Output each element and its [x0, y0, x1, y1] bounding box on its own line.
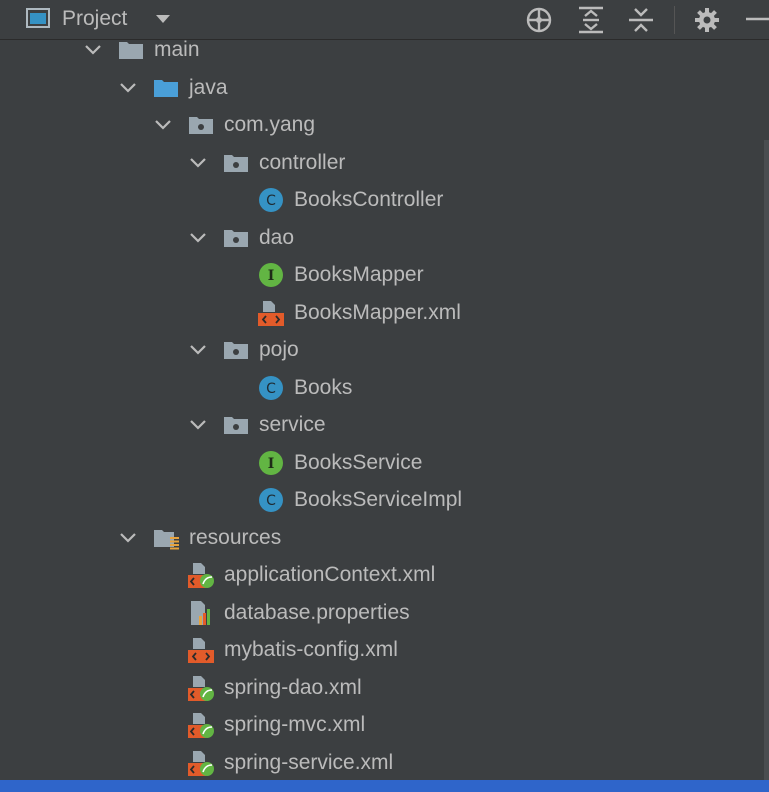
tree-row[interactable]: main — [0, 40, 764, 68]
project-toolbar: Project — [0, 0, 769, 40]
locate-file-button[interactable] — [524, 5, 554, 35]
tree-item-label: BooksService — [294, 450, 423, 474]
project-window-icon — [26, 8, 50, 28]
tree-row[interactable]: C BooksServiceImpl — [0, 481, 764, 518]
svg-text:I: I — [268, 268, 275, 284]
tree-row[interactable]: spring-dao.xml — [0, 669, 764, 706]
tree-row[interactable]: dao — [0, 219, 764, 256]
chevron-down-icon[interactable] — [118, 528, 138, 548]
spring-xml-icon — [188, 675, 214, 701]
tree-item-label: applicationContext.xml — [224, 563, 436, 586]
tree-item-label: com.yang — [224, 113, 316, 136]
package-icon — [223, 337, 249, 363]
class-icon: C — [258, 487, 284, 513]
folder-icon — [118, 40, 144, 63]
tree-row[interactable]: I BooksService — [0, 444, 764, 481]
svg-text:I: I — [268, 456, 275, 472]
gear-icon — [695, 8, 719, 32]
tree-row[interactable]: mybatis-config.xml — [0, 631, 764, 668]
tree-row[interactable]: controller — [0, 144, 764, 181]
svg-text:C: C — [266, 493, 276, 509]
chevron-down-icon[interactable] — [83, 40, 103, 60]
tree-row[interactable]: I BooksMapper — [0, 256, 764, 293]
tree-row[interactable]: applicationContext.xml — [0, 556, 764, 593]
tree-item-label: pojo — [259, 338, 299, 361]
expand-all-icon — [579, 6, 603, 34]
spring-xml-icon — [188, 750, 214, 776]
tree-row[interactable]: spring-mvc.xml — [0, 706, 764, 743]
collapse-all-button[interactable] — [626, 5, 656, 35]
tree-row[interactable]: pojo — [0, 331, 764, 368]
class-icon: C — [258, 375, 284, 401]
settings-button[interactable] — [692, 5, 722, 35]
interface-icon: I — [258, 262, 284, 288]
chevron-down-icon[interactable] — [188, 415, 208, 435]
tree-item-label: service — [259, 413, 326, 436]
tree-item-label: spring-dao.xml — [224, 675, 362, 699]
tree-item-label: database.properties — [224, 600, 410, 624]
package-icon — [188, 112, 214, 138]
spring-xml-icon — [188, 712, 214, 738]
package-icon — [223, 225, 249, 251]
tree-row[interactable]: C BooksController — [0, 181, 764, 218]
tree-row[interactable]: database.properties — [0, 594, 764, 631]
tree-item-label: Books — [294, 375, 353, 399]
tree-item-label: dao — [259, 225, 295, 249]
tree-item-label: BooksMapper.xml — [294, 300, 461, 324]
collapse-all-icon — [629, 8, 653, 32]
tree-row[interactable]: C Books — [0, 369, 764, 406]
chevron-down-icon[interactable] — [188, 340, 208, 360]
tree-row[interactable]: com.yang — [0, 106, 764, 143]
class-icon: C — [258, 187, 284, 213]
tree-row[interactable]: spring-service.xml — [0, 744, 764, 781]
tree-item-label: java — [189, 75, 228, 99]
tree-item-label: resources — [189, 525, 282, 549]
hide-button[interactable] — [742, 5, 769, 35]
tool-window-title: Project — [62, 7, 128, 30]
package-icon — [223, 412, 249, 438]
svg-text:C: C — [266, 381, 276, 397]
xml-file-icon — [188, 637, 214, 663]
tree-item-label: controller — [259, 150, 346, 174]
spring-xml-icon — [188, 562, 214, 588]
tree-item-label: BooksController — [294, 188, 444, 211]
xml-file-icon — [258, 300, 284, 326]
chevron-down-icon[interactable] — [153, 115, 173, 135]
tree-item-label: main — [154, 40, 200, 61]
chevron-down-icon[interactable] — [188, 153, 208, 173]
chevron-down-icon[interactable] — [118, 78, 138, 98]
source-folder-icon — [153, 75, 179, 101]
tree-item-label: mybatis-config.xml — [224, 638, 398, 661]
project-tool-window: Project main java com.yang controller C … — [0, 0, 769, 792]
properties-file-icon — [188, 600, 214, 626]
tree-item-label: spring-service.xml — [224, 750, 394, 774]
svg-text:C: C — [266, 193, 276, 209]
selected-tree-row[interactable] — [0, 780, 769, 792]
interface-icon: I — [258, 450, 284, 476]
expand-all-button[interactable] — [576, 5, 606, 35]
minimize-icon — [746, 17, 769, 21]
toolbar-separator — [674, 6, 675, 34]
tree-row[interactable]: java — [0, 69, 764, 106]
crosshair-icon — [526, 7, 552, 33]
tree-item-label: BooksServiceImpl — [294, 488, 463, 511]
chevron-down-icon[interactable] — [188, 228, 208, 248]
package-icon — [223, 150, 249, 176]
chevron-down-icon — [156, 15, 170, 23]
vertical-scrollbar[interactable] — [764, 140, 769, 780]
tree-row[interactable]: service — [0, 406, 764, 443]
tree-item-label: BooksMapper — [294, 263, 424, 286]
tree-row[interactable]: BooksMapper.xml — [0, 294, 764, 331]
tree-row[interactable]: resources — [0, 519, 764, 556]
tree-item-label: spring-mvc.xml — [224, 713, 366, 736]
view-mode-dropdown[interactable] — [152, 8, 174, 30]
project-tree: main java com.yang controller C BooksControll… — [0, 40, 769, 792]
resources-folder-icon — [153, 525, 179, 551]
